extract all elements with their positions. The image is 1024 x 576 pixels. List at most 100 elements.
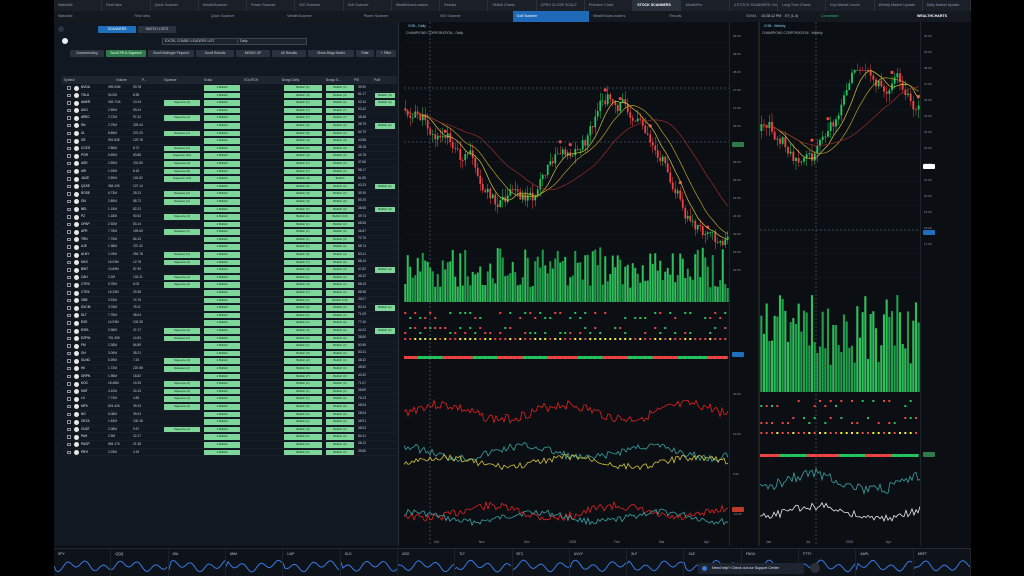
table-row[interactable]: GRPN 1.98M 18.82 1 Bullish Bullish (7) Bullis… [62,373,397,381]
row-checkbox[interactable] [67,420,71,424]
row-checkbox[interactable] [67,450,71,454]
tab-11[interactable]: Premium Chart [585,0,634,11]
tab-8[interactable]: Results [440,0,489,11]
table-row[interactable]: CYRX 5.78M 6.03 Squeeze (2) 1 Bullish Bullish… [62,281,397,290]
row-checkbox[interactable] [67,215,71,219]
tab-16[interactable]: Key Market Levels [826,0,875,11]
row-checkbox[interactable] [67,86,71,90]
table-row[interactable]: FM 2.38M 84.89 1 Bullish Bullish (1) Bullish … [62,342,397,350]
tab-2[interactable]: Quick Scanner [151,0,199,11]
watchlist-item[interactable]: QQQ [111,549,169,576]
symbol-cell[interactable]: LX [81,395,85,403]
symbol-cell[interactable]: GE [81,137,86,145]
symbol-cell[interactable]: NEL [81,206,87,214]
symbol-cell[interactable]: PAGP [81,441,90,449]
table-row[interactable]: EXE 14.93M 103.35 1 Bullish Bullish (1) Bulli… [62,319,397,327]
symbol-cell[interactable]: SN [81,122,85,130]
row-checkbox[interactable] [67,154,71,158]
row-checkbox[interactable] [67,283,71,287]
row-checkbox[interactable] [67,199,71,204]
symbol-cell[interactable]: AFR [81,228,87,236]
symbol-cell[interactable]: OUST [81,426,90,434]
row-checkbox[interactable] [67,344,71,348]
chart-a-price-axis[interactable]: 29.0028.5028.0027.5027.0026.5026.0025.50… [729,22,759,546]
symbol-cell[interactable]: GH [81,350,86,358]
row-checkbox[interactable] [67,245,71,249]
watchlist-item[interactable]: TLT [455,549,513,576]
layout-tab-8[interactable]: Results [665,11,741,22]
symbol-cell[interactable]: PAH [81,433,87,441]
symbol-cell[interactable]: TRN [81,236,88,244]
symbol-cell[interactable]: UL [81,130,85,138]
chart-b-price-axis[interactable]: 30.00 29.00 28.00 27.00 26.00 25.00 24.00 23.00… [920,22,971,546]
filter-momo[interactable]: MOMO UP [236,50,270,57]
watchlist-item[interactable]: DIA [168,549,226,576]
row-checkbox[interactable] [67,108,71,113]
layout-tab-0[interactable]: Watchlist [54,11,130,22]
table-row[interactable]: PBYI 2.03M 4.15 1 Bullish Bullish (1) Bullish… [62,449,397,457]
row-checkbox[interactable] [67,260,71,265]
table-row[interactable]: UL 8.85M 270.23 Release (2) 1 Bullish Bullish… [62,130,397,138]
table-row[interactable]: OKTA 1.83M 100.18 1 Bullish Bullish (1) Bulli… [62,418,397,426]
symbol-cell[interactable]: AXO [81,107,88,115]
table-row[interactable]: SN 2.79M 225.44 1 Bullish Bullish (2) Bullish… [62,122,397,130]
symbol-cell[interactable]: ARI [81,168,86,176]
row-checkbox[interactable] [67,207,71,211]
symbol-cell[interactable]: EXE [81,319,87,327]
table-row[interactable]: KMT 4.10M 24.33 Squeeze (4) 1 Bullish Bullish… [62,388,397,396]
filter-results[interactable]: Scroll Results [196,50,234,57]
row-checkbox[interactable] [67,404,71,409]
row-checkbox[interactable] [67,101,71,105]
table-row[interactable]: AFR 7.78M 159.63 Release (1) 1 Bullish Bullis… [62,228,397,236]
row-checkbox[interactable] [67,139,71,143]
table-row[interactable]: ASR 2.59M 231.80 Squeeze (4) 1 Bullish Bullis… [62,160,397,168]
symbol-cell[interactable]: FM [81,342,86,350]
tab-15[interactable]: Long Term Charts [778,0,827,11]
table-row[interactable]: TSLA 94.0M 8.95 1 Bullish Bullish (4) Bullish… [62,92,397,100]
table-row[interactable]: TRN 7.75M 84.33 1 Bullish Bullish (1) Bullish… [62,236,397,244]
table-row[interactable]: CTRX 16.33M 29.38 1 Bullish Bullish (7) Bulli… [62,289,397,297]
table-row[interactable]: CCEG 2.86M 8.72 Release (3) 1 Bullish Bullish… [62,145,397,153]
table-row[interactable]: KOC 18.48M 19.35 Squeeze (2) 1 Bullish Bullis… [62,380,397,388]
symbol-cell[interactable]: GLNG [81,357,90,365]
table-row[interactable]: GN 2.89M 88.72 Release (2) 1 Bullish Bullish … [62,198,397,206]
row-checkbox[interactable] [67,435,71,439]
support-toast[interactable]: Need help? Check out our Support Center [698,563,804,574]
table-row[interactable]: AJE 1.38M 237.42 1 Bullish Bullish (1) Bullis… [62,243,397,252]
col-price[interactable]: P... [140,76,162,84]
col-scala[interactable]: Scala [202,76,242,84]
table-row[interactable]: DLT 7.78M 38.04 1 Bullish Bullish (1) Bullish… [62,312,397,320]
row-checkbox[interactable] [67,222,71,227]
symbol-cell[interactable]: KMT [81,388,88,396]
watchlist-item[interactable]: SPY [54,549,112,576]
filter-bingo[interactable]: Show Bingo Bullet [308,50,354,57]
watchlists-button[interactable]: WATCH LISTS [138,26,176,33]
row-checkbox[interactable] [67,427,71,432]
symbol-cell[interactable]: CTRX [81,289,90,297]
row-checkbox[interactable] [67,329,71,333]
layout-tab-6[interactable]: Golf Scanner [512,11,589,22]
row-checkbox[interactable] [67,230,71,234]
table-row[interactable]: ALNY 1.03M 254.78 Release (3) 1 Bullish Bulli… [62,251,397,259]
row-checkbox[interactable] [67,351,71,356]
table-row[interactable]: GLNG 6.39M 7.24 Squeeze (4) 1 Bullish Bullish… [62,357,397,365]
row-checkbox[interactable] [67,298,71,303]
watchlist-item[interactable]: BTC [512,549,570,576]
row-checkbox[interactable] [67,412,71,417]
symbol-cell[interactable]: AMKR [81,99,90,107]
watchlist-item[interactable]: FTTY [799,549,857,576]
table-row[interactable]: ARI 1.93M 8.18 Squeeze (5) 1 Bullish Bullish … [62,168,397,176]
row-checkbox[interactable] [67,268,71,272]
row-checkbox[interactable] [67,169,71,174]
tab-13[interactable]: WealthPro [681,0,730,11]
symbol-cell[interactable]: ROSE [81,190,90,198]
layout-tab-4[interactable]: Power Scanner [360,11,436,22]
symbol-cell[interactable]: EZPW [81,335,90,343]
row-checkbox[interactable] [67,389,71,394]
row-checkbox[interactable] [67,336,71,341]
table-row[interactable]: ROSE 6.73M 28.13 Release (2) 1 Bullish Bullis… [62,190,397,198]
row-checkbox[interactable] [67,374,71,379]
tab-12[interactable]: STOCK SCANNERS [633,0,682,11]
watchlist-item[interactable]: AAPL [856,549,914,576]
symbol-cell[interactable]: QXSE [81,183,90,191]
